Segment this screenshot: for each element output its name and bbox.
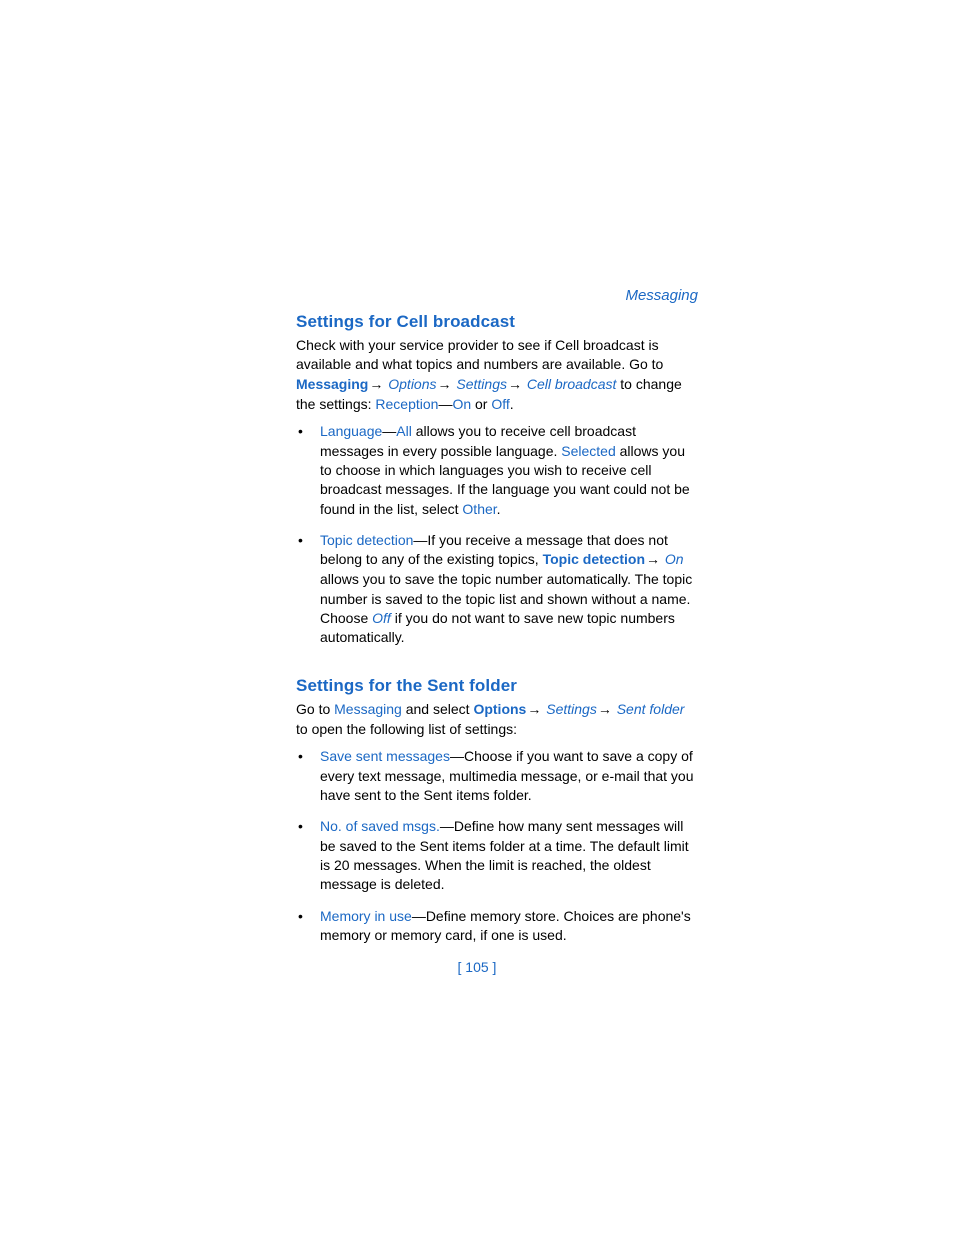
text: Go to	[296, 701, 334, 717]
section1-title: Settings for Cell broadcast	[296, 312, 699, 332]
setting-reception: Reception	[375, 396, 438, 412]
text: and select	[402, 701, 474, 717]
arrow-icon: →	[645, 551, 661, 570]
arrow-icon: →	[437, 376, 453, 395]
list-item: No. of saved msgs.—Define how many sent …	[320, 817, 699, 894]
nav-settings: Settings	[546, 701, 597, 717]
section2-bullets: Save sent messages—Choose if you want to…	[296, 747, 699, 945]
value-off: Off	[491, 396, 509, 412]
value-other: Other	[462, 501, 496, 517]
nav-options: Options	[388, 376, 436, 392]
arrow-icon: →	[597, 701, 613, 720]
list-item: Topic detection—If you receive a message…	[320, 531, 699, 648]
value-selected: Selected	[561, 443, 615, 459]
nav-messaging: Messaging	[296, 376, 368, 392]
value-on: On	[665, 551, 684, 567]
list-item: Memory in use—Define memory store. Choic…	[320, 907, 699, 946]
value-all: All	[396, 423, 412, 439]
page: Messaging Settings for Cell broadcast Ch…	[0, 0, 954, 1235]
setting-language: Language	[320, 423, 382, 439]
text: .	[497, 501, 501, 517]
text: .	[510, 396, 514, 412]
section1-intro: Check with your service provider to see …	[296, 336, 699, 414]
setting-no-saved: No. of saved msgs.	[320, 818, 440, 834]
nav-messaging: Messaging	[334, 701, 402, 717]
arrow-icon: →	[507, 376, 523, 395]
nav-sent-folder: Sent folder	[617, 701, 685, 717]
value-on: On	[452, 396, 471, 412]
nav-settings: Settings	[456, 376, 507, 392]
text: Check with your service provider to see …	[296, 337, 663, 372]
text: —	[438, 396, 452, 412]
nav-topic-detection: Topic detection	[543, 551, 645, 567]
arrow-icon: →	[526, 701, 542, 720]
section1-bullets: Language—All allows you to receive cell …	[296, 422, 699, 647]
text: to open the following list of settings:	[296, 721, 517, 737]
value-off: Off	[372, 610, 391, 626]
list-item: Save sent messages—Choose if you want to…	[320, 747, 699, 805]
nav-cell-broadcast: Cell broadcast	[527, 376, 617, 392]
section2-intro: Go to Messaging and select Options→ Sett…	[296, 700, 699, 740]
arrow-icon: →	[368, 376, 384, 395]
setting-topic-detection: Topic detection	[320, 532, 413, 548]
setting-memory: Memory in use	[320, 908, 412, 924]
setting-save-sent: Save sent messages	[320, 748, 450, 764]
text: or	[471, 396, 491, 412]
page-number: [ 105 ]	[0, 959, 954, 975]
section2-title: Settings for the Sent folder	[296, 676, 699, 696]
header-section-label: Messaging	[625, 287, 698, 304]
text: —	[382, 423, 396, 439]
list-item: Language—All allows you to receive cell …	[320, 422, 699, 519]
nav-options: Options	[473, 701, 526, 717]
